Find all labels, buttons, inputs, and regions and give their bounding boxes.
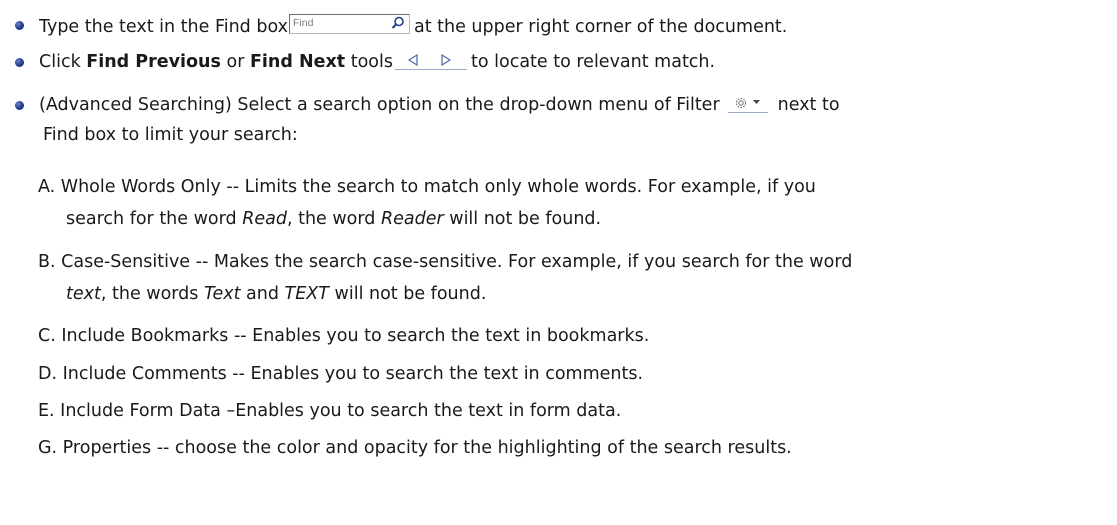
bullet-text: or bbox=[220, 52, 250, 72]
list-item-g: G. Properties -- choose the color and op… bbox=[38, 438, 792, 458]
bullet-text: (Advanced Searching) Select a search opt… bbox=[39, 95, 720, 115]
list-item-c: C. Include Bookmarks -- Enables you to s… bbox=[38, 326, 650, 346]
list-text-italic: Text bbox=[203, 284, 241, 304]
bullet-text: to locate to relevant match. bbox=[471, 52, 716, 72]
list-item-a: A. Whole Words Only -- Limits the search… bbox=[38, 177, 816, 197]
list-text: and bbox=[240, 284, 285, 304]
list-text: , the word bbox=[286, 209, 381, 229]
bullet-find-nav: Click Find Previous or Find Next tools to… bbox=[39, 51, 715, 73]
list-item-e: E. Include Form Data –Enables you to sea… bbox=[38, 401, 622, 421]
find-box-input[interactable]: Find bbox=[289, 14, 410, 34]
list-text-italic: Reader bbox=[380, 209, 444, 229]
bullet-text: Type the text in the Find box bbox=[39, 17, 288, 37]
list-text-italic: Read bbox=[242, 209, 287, 229]
list-text: search for the word bbox=[66, 209, 243, 229]
find-nav-tools bbox=[395, 51, 467, 70]
bullet-text: next to bbox=[777, 95, 840, 115]
bullet-dot bbox=[15, 21, 24, 30]
bullet-find-box: Type the text in the Find box Find at the … bbox=[39, 14, 787, 38]
gear-icon bbox=[735, 97, 746, 109]
list-item-b: B. Case-Sensitive -- Makes the search ca… bbox=[38, 252, 853, 272]
list-text: will not be found. bbox=[443, 209, 602, 229]
find-previous-label: Find Previous bbox=[86, 52, 221, 72]
bullet-filter-cont: Find box to limit your search: bbox=[43, 125, 298, 145]
find-box-placeholder: Find bbox=[293, 17, 314, 29]
find-next-label: Find Next bbox=[249, 52, 346, 72]
bullet-dot bbox=[15, 101, 24, 110]
list-item-a-cont: search for the word Read, the word Reade… bbox=[66, 208, 601, 230]
list-text-italic: text bbox=[66, 284, 101, 304]
bullet-dot bbox=[15, 58, 24, 67]
bullet-text: tools bbox=[345, 52, 393, 72]
triangle-right-icon[interactable] bbox=[440, 54, 452, 66]
chevron-down-icon bbox=[752, 100, 760, 104]
bullet-filter: (Advanced Searching) Select a search opt… bbox=[39, 94, 840, 116]
filter-dropdown-button[interactable] bbox=[727, 94, 768, 113]
list-text-italic: TEXT bbox=[284, 284, 329, 304]
bullet-text: at the upper right corner of the documen… bbox=[414, 17, 788, 37]
triangle-left-icon[interactable] bbox=[407, 54, 419, 66]
list-item-d: D. Include Comments -- Enables you to se… bbox=[38, 364, 644, 384]
list-item-b-cont: text, the words Text and TEXT will not b… bbox=[66, 283, 486, 305]
list-text: , the words bbox=[100, 284, 204, 304]
magnifier-icon[interactable] bbox=[391, 16, 405, 30]
bullet-text: Click bbox=[39, 52, 87, 72]
list-text: will not be found. bbox=[328, 284, 487, 304]
